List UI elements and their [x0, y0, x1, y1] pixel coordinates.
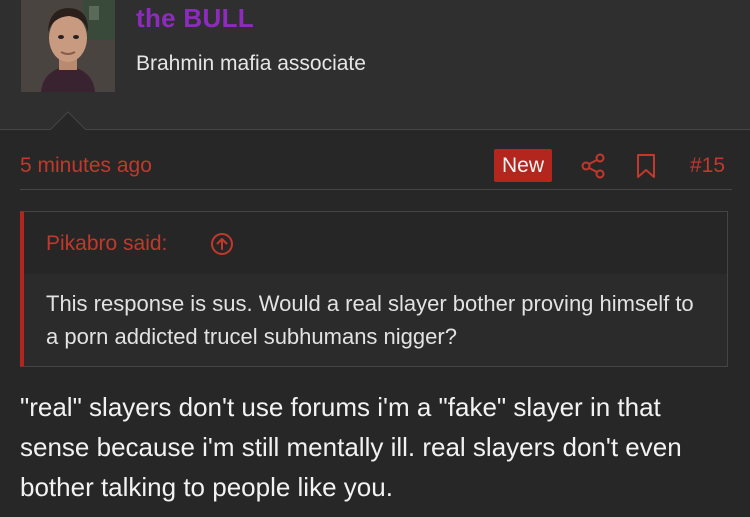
quote-author[interactable]: Pikabro said: — [46, 232, 167, 256]
new-badge: New — [494, 149, 552, 182]
post-meta-bar: 5 minutes ago New #15 — [0, 129, 750, 191]
post-timestamp[interactable]: 5 minutes ago — [20, 154, 152, 178]
avatar[interactable] — [21, 0, 115, 92]
quote-header: Pikabro said: — [24, 212, 727, 274]
divider — [20, 189, 732, 190]
username-link[interactable]: the BULL — [136, 3, 254, 34]
bookmark-icon[interactable] — [636, 153, 656, 179]
quote-text: This response is sus. Would a real slaye… — [46, 291, 694, 349]
avatar-image — [21, 0, 115, 92]
quote-block: Pikabro said: This response is sus. Woul… — [20, 211, 728, 367]
post-number-link[interactable]: #15 — [690, 154, 725, 178]
user-title: Brahmin mafia associate — [136, 52, 366, 75]
arrow-up-circle-icon[interactable] — [210, 232, 234, 256]
header-pointer-arrow — [50, 111, 86, 130]
post-author-header: the BULL Brahmin mafia associate — [0, 0, 750, 130]
share-icon[interactable] — [580, 153, 606, 179]
post-body: "real" slayers don't use forums i'm a "f… — [20, 392, 682, 502]
